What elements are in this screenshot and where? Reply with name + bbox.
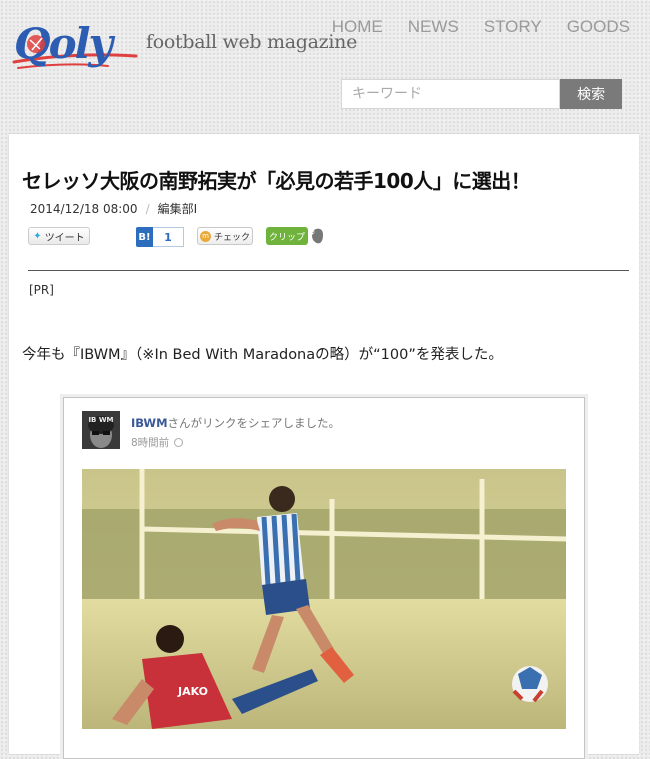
tweet-label: ツイート (44, 232, 85, 244)
hatena-count: 1 (153, 227, 184, 247)
clip-button[interactable]: クリップ (266, 227, 308, 245)
nav-home[interactable]: HOME (332, 17, 383, 37)
tweet-button[interactable]: ✦ ツイート (28, 227, 90, 245)
nav-news[interactable]: NEWS (408, 17, 459, 37)
evernote-icon[interactable] (311, 228, 324, 244)
shared-photo[interactable]: JAKO (82, 469, 566, 729)
jersey-text: JAKO (177, 685, 208, 698)
site-tagline: football web magazine (146, 31, 358, 53)
avatar-text: IB WM (88, 416, 113, 424)
facebook-embed: IB WM IBWMさんがリンクをシェアしました。 8時間前 JAKO (63, 397, 585, 759)
article-date: 2014/12/18 08:00 (30, 202, 138, 216)
main-nav: HOME NEWS STORY GOODS (332, 17, 630, 37)
meta-separator: / (145, 202, 150, 216)
article-meta: 2014/12/18 08:00 / 編集部I (30, 200, 197, 217)
article-panel: セレッソ大阪の南野拓実が「必見の若手100人」に選出！ 2014/12/18 0… (9, 134, 639, 759)
page-name[interactable]: IBWM (131, 416, 168, 430)
share-line: IBWMさんがリンクをシェアしました。 (131, 415, 340, 431)
search-input[interactable] (341, 79, 561, 109)
ibwm-avatar[interactable]: IB WM (82, 411, 120, 449)
pr-label: [PR] (29, 283, 54, 297)
twitter-bird-icon: ✦ (33, 230, 42, 242)
mixi-icon: m (199, 230, 211, 242)
post-time: 8時間前 (131, 435, 184, 450)
hatena-bookmark-icon: B! (136, 227, 153, 247)
site-logo[interactable]: Qoly (12, 16, 140, 74)
hatena-bookmark-button[interactable]: B! 1 (136, 227, 184, 247)
article-author[interactable]: 編集部I (158, 202, 198, 216)
mixi-check-button[interactable]: m チェック (197, 227, 253, 245)
search-button[interactable]: 検索 (560, 79, 622, 109)
nav-story[interactable]: STORY (484, 17, 542, 37)
social-buttons: ✦ ツイート B! 1 m チェック クリップ (28, 227, 348, 247)
article-body: 今年も『IBWM』（※In Bed With Maradonaの略）が“100”… (22, 347, 503, 363)
share-text: さんがリンクをシェアしました。 (167, 416, 341, 430)
time-text[interactable]: 8時間前 (131, 435, 169, 450)
article-divider (28, 270, 629, 271)
search-form: 検索 (341, 79, 622, 109)
article-title: セレッソ大阪の南野拓実が「必見の若手100人」に選出！ (22, 169, 531, 193)
globe-icon (174, 438, 184, 447)
check-label: チェック (213, 232, 250, 243)
nav-goods[interactable]: GOODS (567, 17, 630, 37)
